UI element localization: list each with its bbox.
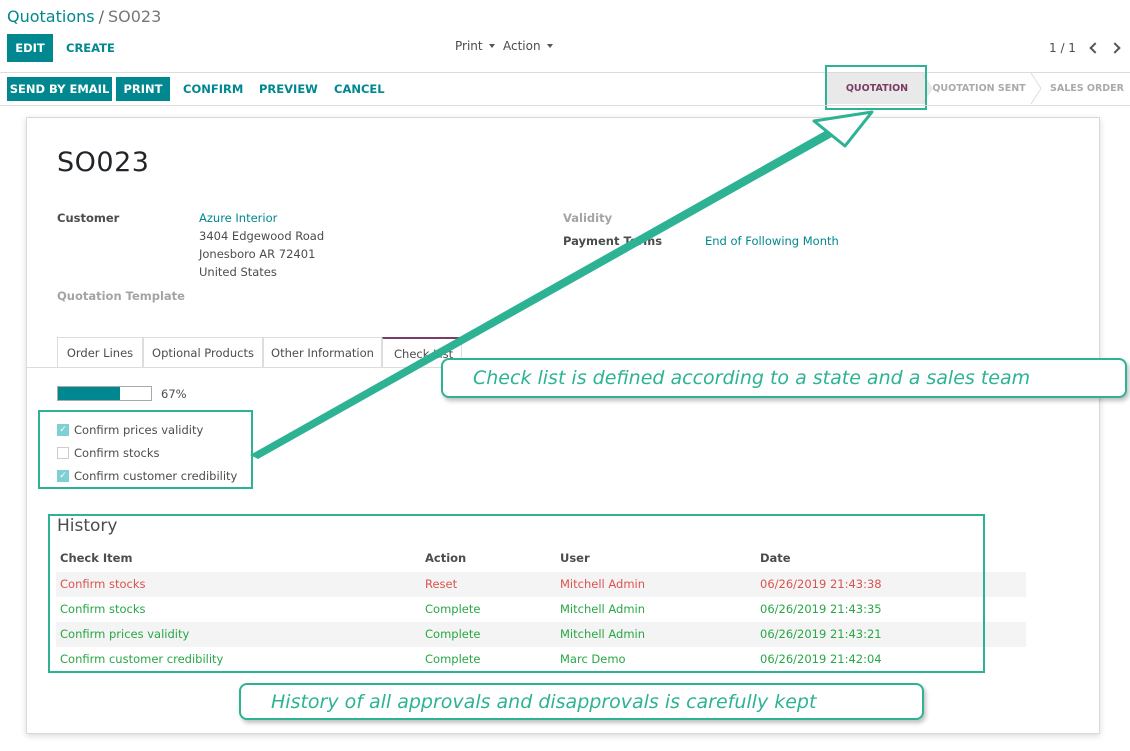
- checklist-annotation: Check list is defined according to a sta…: [441, 358, 1127, 398]
- history-annotation: History of all approvals and disapproval…: [239, 683, 924, 720]
